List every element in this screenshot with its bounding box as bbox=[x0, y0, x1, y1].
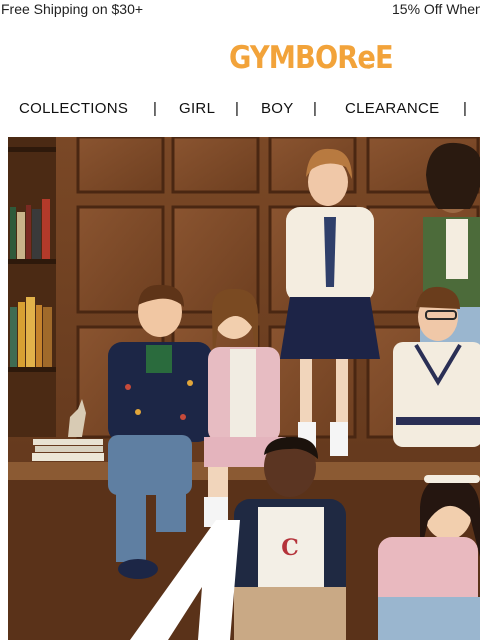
svg-text:C: C bbox=[281, 535, 299, 561]
main-nav: COLLECTIONS | GIRL | BOY | CLEARANCE | bbox=[0, 96, 480, 122]
registered-mark: ® bbox=[366, 64, 372, 71]
promo-free-shipping[interactable]: Free Shipping on $30+ bbox=[1, 1, 143, 17]
logo-wordmark: GYMBOReE bbox=[229, 40, 394, 76]
nav-boy[interactable]: BOY bbox=[261, 100, 294, 117]
nav-separator: | bbox=[313, 100, 317, 117]
nav-collections[interactable]: COLLECTIONS bbox=[19, 100, 128, 117]
hero-photo-icon: C bbox=[8, 137, 480, 640]
nav-separator: | bbox=[235, 100, 239, 117]
nav-separator: | bbox=[153, 100, 157, 117]
hero-banner[interactable]: C bbox=[8, 137, 480, 640]
nav-girl[interactable]: GIRL bbox=[179, 100, 215, 117]
gymboree-logo[interactable]: GYMBOReE ® bbox=[229, 38, 415, 78]
nav-clearance[interactable]: CLEARANCE bbox=[345, 100, 439, 117]
nav-separator: | bbox=[463, 100, 467, 117]
promo-discount[interactable]: 15% Off When bbox=[392, 1, 480, 17]
promo-bar: Free Shipping on $30+ 15% Off When bbox=[0, 0, 480, 20]
